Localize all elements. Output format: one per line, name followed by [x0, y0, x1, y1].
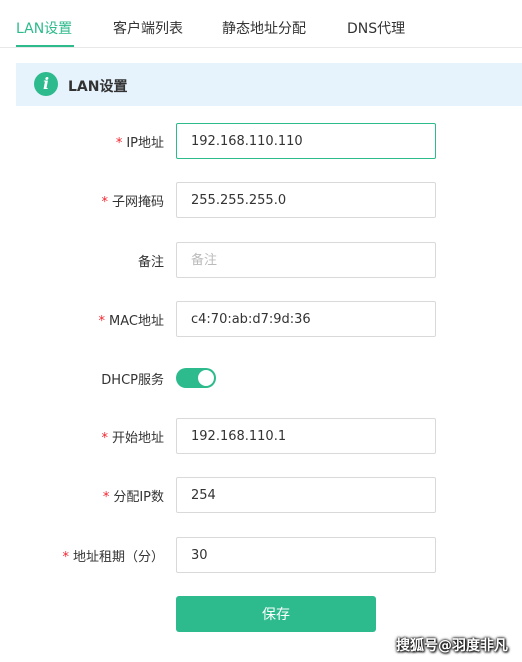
- tab-static-address[interactable]: 静态地址分配: [222, 18, 306, 38]
- remark-input[interactable]: [176, 242, 436, 278]
- subnet-mask-row: * 子网掩码: [0, 182, 522, 218]
- start-address-input[interactable]: [176, 418, 436, 454]
- mac-address-row: * MAC地址: [0, 301, 522, 337]
- tab-dns-proxy[interactable]: DNS代理: [347, 18, 405, 38]
- ip-count-label: * 分配IP数: [102, 490, 164, 505]
- dhcp-toggle[interactable]: [176, 368, 216, 388]
- section-title: LAN设置: [68, 79, 128, 95]
- ip-count-input[interactable]: [176, 477, 436, 513]
- subnet-mask-input[interactable]: [176, 182, 436, 218]
- tab-bar: LAN设置 客户端列表 静态地址分配 DNS代理: [0, 0, 522, 48]
- section-header: i LAN设置: [16, 63, 522, 106]
- required-mark: *: [101, 195, 108, 210]
- dhcp-service-label: DHCP服务: [101, 373, 164, 388]
- required-mark: *: [62, 550, 69, 565]
- required-mark: *: [101, 431, 108, 446]
- ip-address-row: * IP地址: [0, 123, 522, 159]
- save-button[interactable]: 保存: [176, 596, 376, 632]
- remark-label: 备注: [137, 255, 164, 270]
- subnet-mask-label: * 子网掩码: [101, 195, 164, 210]
- start-address-row: * 开始地址: [0, 418, 522, 454]
- mac-address-input[interactable]: [176, 301, 436, 337]
- lease-time-label: * 地址租期（分）: [62, 550, 164, 565]
- tab-lan-settings[interactable]: LAN设置: [16, 18, 72, 38]
- required-mark: *: [102, 490, 110, 505]
- remark-row: 备注: [0, 242, 522, 278]
- required-mark: *: [115, 136, 123, 151]
- mac-address-label: * MAC地址: [98, 314, 164, 329]
- lease-time-row: * 地址租期（分）: [0, 537, 522, 573]
- toggle-knob: [198, 370, 214, 386]
- lan-settings-page: LAN设置 客户端列表 静态地址分配 DNS代理 i LAN设置 *IP地址 *…: [0, 0, 522, 662]
- ip-address-input[interactable]: [176, 123, 436, 159]
- info-icon: i: [34, 72, 58, 96]
- ip-address-label: * IP地址: [115, 136, 164, 151]
- watermark: 搜狐号@羽度非凡: [396, 638, 508, 654]
- start-address-label: * 开始地址: [101, 431, 164, 446]
- active-tab-indicator: [16, 45, 74, 47]
- dhcp-service-row: DHCP服务: [0, 360, 522, 396]
- lease-time-input[interactable]: [176, 537, 436, 573]
- required-mark: *: [98, 314, 106, 329]
- ip-count-row: * 分配IP数: [0, 477, 522, 513]
- tab-client-list[interactable]: 客户端列表: [113, 18, 183, 38]
